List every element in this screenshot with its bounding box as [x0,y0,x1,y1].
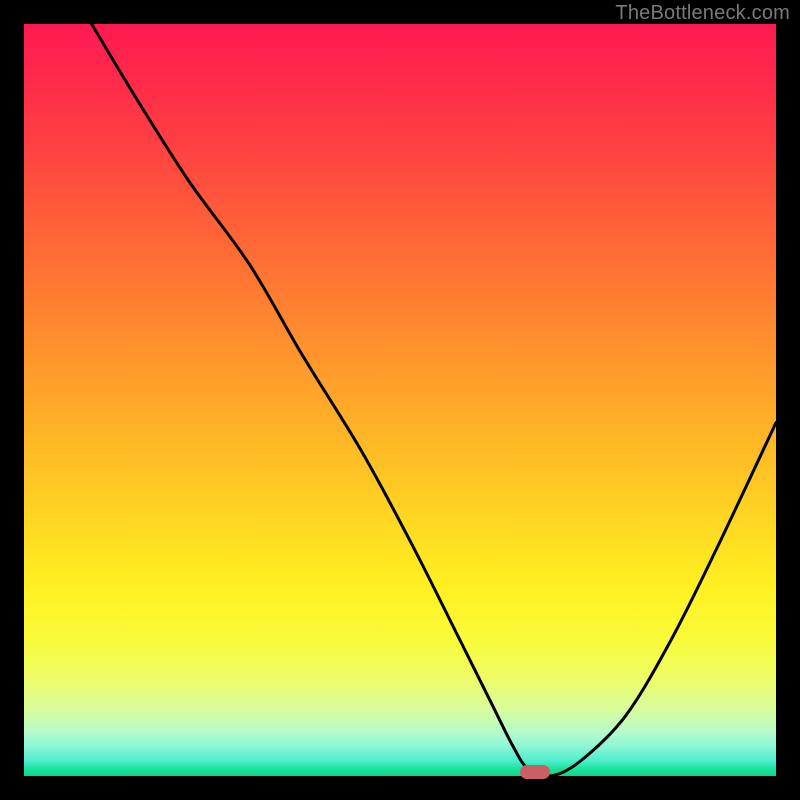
bottleneck-curve-path [92,24,776,776]
plot-area [24,24,776,776]
curve-svg [24,24,776,776]
watermark-text: TheBottleneck.com [615,2,790,25]
optimum-marker [520,765,550,779]
chart-frame: TheBottleneck.com [0,0,800,800]
